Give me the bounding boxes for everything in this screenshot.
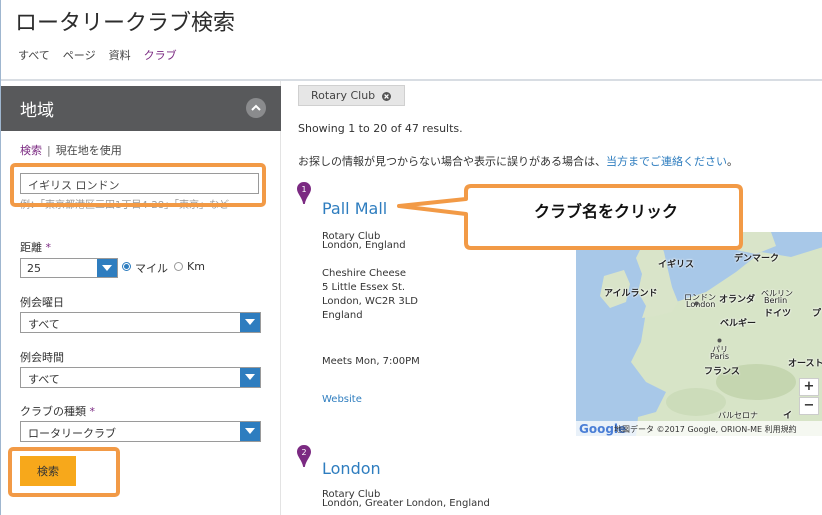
page-root: ロータリークラブ検索 すべて ページ 資料 クラブ 地域 検索 | 現在地を使用 イ…: [0, 0, 822, 515]
callout-text: クラブ名をクリック: [533, 202, 678, 221]
annotation-callout: [397, 184, 743, 250]
